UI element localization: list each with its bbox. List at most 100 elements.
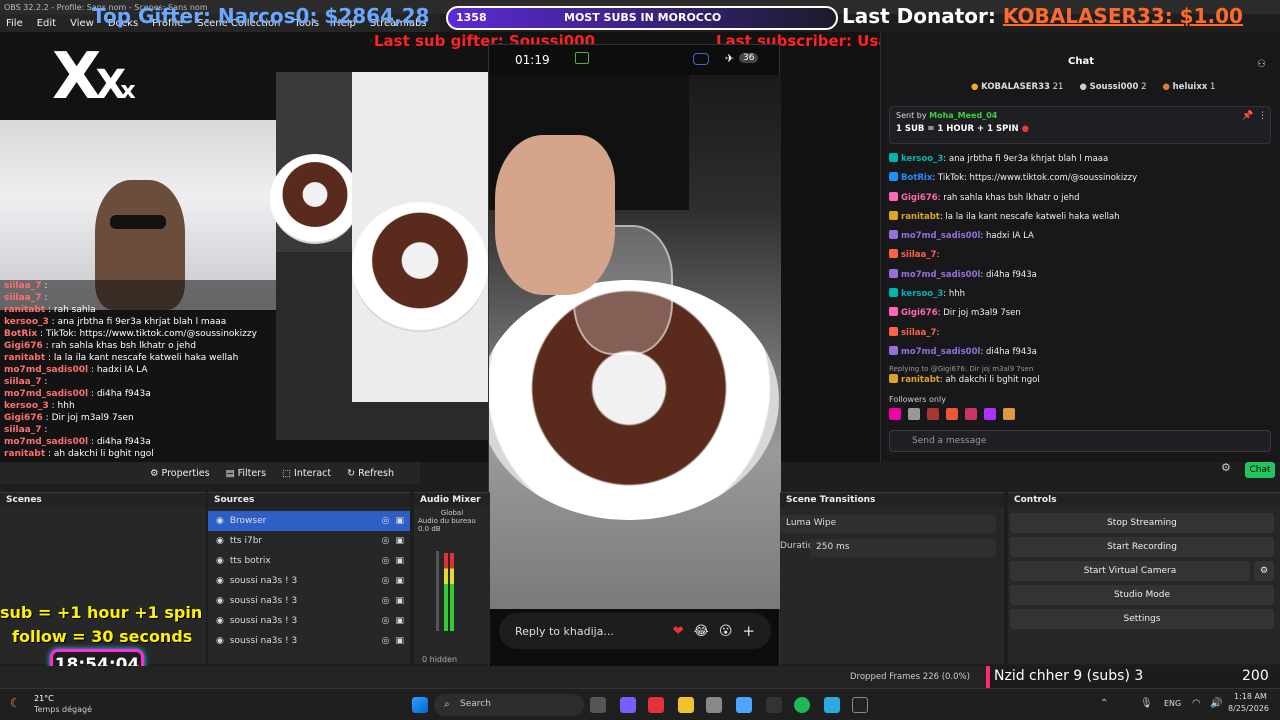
interact-button[interactable]: ⬚ Interact: [282, 468, 331, 479]
source-type-icon: ◉: [216, 556, 224, 566]
left-chat-message: siilaa_7 :: [4, 293, 48, 303]
browser-app-icon[interactable]: [736, 697, 752, 713]
user-badge-icon: [889, 345, 898, 355]
chat-username[interactable]: kersoo_3: [901, 154, 943, 164]
source-type-icon: ◉: [216, 636, 224, 646]
properties-button[interactable]: ⚙ Properties: [150, 468, 210, 479]
settings-app-icon[interactable]: [706, 697, 722, 713]
weather-icon[interactable]: ☾: [10, 696, 21, 710]
studio-mode-button[interactable]: Studio Mode: [1010, 585, 1274, 605]
chat-message: mo7md_sadis00l: di4ha f943a: [881, 343, 1280, 362]
visibility-eye-icon[interactable]: ◎: [382, 556, 390, 566]
chat-username[interactable]: ranitabt: [901, 212, 940, 222]
source-item[interactable]: ◉ Browser ◎ ▣: [208, 511, 410, 531]
last-donator-value: KOBALASER33: $1.00: [1002, 4, 1243, 28]
left-chat-text: hhh: [57, 401, 75, 411]
task-view-icon[interactable]: [590, 697, 606, 713]
laugh-reaction-icon[interactable]: 😂: [694, 624, 709, 639]
chat-send-button[interactable]: Chat: [1245, 462, 1275, 478]
volume-slider[interactable]: [436, 551, 439, 631]
source-item[interactable]: ◉ tts botrix ◎ ▣: [208, 551, 410, 571]
visibility-eye-icon[interactable]: ◎: [382, 636, 390, 646]
visibility-eye-icon[interactable]: ◎: [382, 616, 390, 626]
lock-icon[interactable]: ▣: [395, 516, 404, 526]
link-icon[interactable]: [693, 53, 709, 65]
wow-reaction-icon[interactable]: 😮: [719, 624, 733, 639]
filters-button[interactable]: ▤ Filters: [226, 468, 266, 479]
virtual-camera-settings-icon[interactable]: ⚙: [1254, 561, 1274, 581]
left-chat-username: ranitabt: [4, 305, 46, 315]
settings-button[interactable]: Settings: [1010, 609, 1274, 629]
chat-text: TikTok: https://www.tiktok.com/@soussino…: [937, 173, 1138, 184]
language-indicator[interactable]: ENG: [1164, 699, 1181, 708]
chat-username[interactable]: siilaa_7: [901, 328, 936, 338]
chat-username[interactable]: siilaa_7: [901, 250, 936, 260]
file-explorer-icon[interactable]: [678, 697, 694, 713]
more-options-icon[interactable]: ⋮: [1258, 111, 1267, 121]
source-name: tts i7br: [229, 536, 263, 546]
stop-streaming-button[interactable]: Stop Streaming: [1010, 513, 1274, 533]
wifi-icon[interactable]: ◠: [1192, 698, 1201, 709]
chat-username[interactable]: mo7md_sadis00l: [901, 347, 980, 357]
clock-date[interactable]: 8/25/2026: [1228, 704, 1269, 713]
windows-start-icon[interactable]: [412, 697, 428, 713]
chat-users-icon[interactable]: ⚇: [1257, 59, 1266, 70]
volume-icon[interactable]: 🔊: [1210, 698, 1222, 709]
source-type-icon: ◉: [216, 516, 224, 526]
visibility-eye-icon[interactable]: ◎: [382, 596, 390, 606]
reply-input[interactable]: Reply to khadija...: [515, 625, 667, 638]
add-reaction-icon[interactable]: +: [742, 622, 755, 640]
tray-arrow-icon[interactable]: ⌃: [1100, 698, 1108, 709]
discord-icon[interactable]: [620, 697, 636, 713]
source-item[interactable]: ◉ soussi na3s ! 3 ◎ ▣: [208, 631, 410, 651]
start-recording-button[interactable]: Start Recording: [1010, 537, 1274, 557]
user-badge-icon: [889, 172, 898, 182]
terminal-icon[interactable]: [766, 697, 782, 713]
microphone-icon[interactable]: 🎙: [1140, 698, 1153, 709]
clock-time[interactable]: 1:18 AM: [1234, 692, 1267, 701]
streaming-app-icon[interactable]: [824, 697, 840, 713]
chat-username[interactable]: BotRix: [901, 173, 932, 183]
lock-icon[interactable]: ▣: [395, 556, 404, 566]
lock-icon[interactable]: ▣: [395, 616, 404, 626]
chat-input[interactable]: Send a message: [889, 430, 1271, 452]
lock-icon[interactable]: ▣: [395, 596, 404, 606]
chat-username[interactable]: kersoo_3: [901, 289, 943, 299]
source-item[interactable]: ◉ tts i7br ◎ ▣: [208, 531, 410, 551]
sunglasses-icon: [110, 215, 166, 229]
obs-taskbar-icon[interactable]: [852, 697, 868, 713]
pin-icon[interactable]: 📌: [1242, 111, 1253, 121]
visibility-eye-icon[interactable]: ◎: [382, 536, 390, 546]
lock-icon[interactable]: ▣: [395, 636, 404, 646]
visibility-eye-icon[interactable]: ◎: [382, 576, 390, 586]
refresh-button[interactable]: ↻ Refresh: [347, 468, 394, 479]
source-item[interactable]: ◉ soussi na3s ! 3 ◎ ▣: [208, 611, 410, 631]
heart-reaction-icon[interactable]: ❤: [673, 624, 684, 639]
menu-file[interactable]: File: [6, 18, 23, 29]
phone-mirror-window[interactable]: 01:19 ✈ 36 Reply to khadija... ❤ 😂 😮 +: [488, 44, 781, 668]
menu-edit[interactable]: Edit: [37, 18, 56, 29]
source-item[interactable]: ◉ soussi na3s ! 3 ◎ ▣: [208, 591, 410, 611]
source-item[interactable]: ◉ soussi na3s ! 3 ◎ ▣: [208, 571, 410, 591]
lock-icon[interactable]: ▣: [395, 536, 404, 546]
spotify-icon[interactable]: [794, 697, 810, 713]
chat-username[interactable]: mo7md_sadis00l: [901, 231, 980, 241]
cast-icon[interactable]: [575, 52, 589, 64]
visibility-eye-icon[interactable]: ◎: [382, 516, 390, 526]
lock-icon[interactable]: ▣: [395, 576, 404, 586]
start-virtual-camera-button[interactable]: Start Virtual Camera: [1010, 561, 1250, 581]
opera-icon[interactable]: [648, 697, 664, 713]
pinned-message[interactable]: Sent by Moha_Meed_04 1 SUB = 1 HOUR + 1 …: [889, 106, 1271, 144]
left-chat-username: kersoo_3: [4, 401, 49, 411]
chat-username[interactable]: Gigi676: [901, 193, 938, 203]
mixer-tab-global[interactable]: Global: [414, 509, 490, 517]
menu-view[interactable]: View: [70, 18, 94, 29]
duration-input[interactable]: 250 ms: [810, 539, 996, 557]
taskbar-search[interactable]: Search: [434, 694, 584, 716]
settings-gear-icon[interactable]: ⚙: [1221, 461, 1231, 474]
reply-bar[interactable]: Reply to khadija... ❤ 😂 😮 +: [499, 613, 771, 649]
transition-select[interactable]: Luma Wipe: [780, 515, 996, 533]
chat-username[interactable]: Gigi676: [901, 308, 938, 318]
chat-username[interactable]: mo7md_sadis00l: [901, 270, 980, 280]
left-chat-message: kersoo_3 : hhh: [4, 401, 75, 411]
